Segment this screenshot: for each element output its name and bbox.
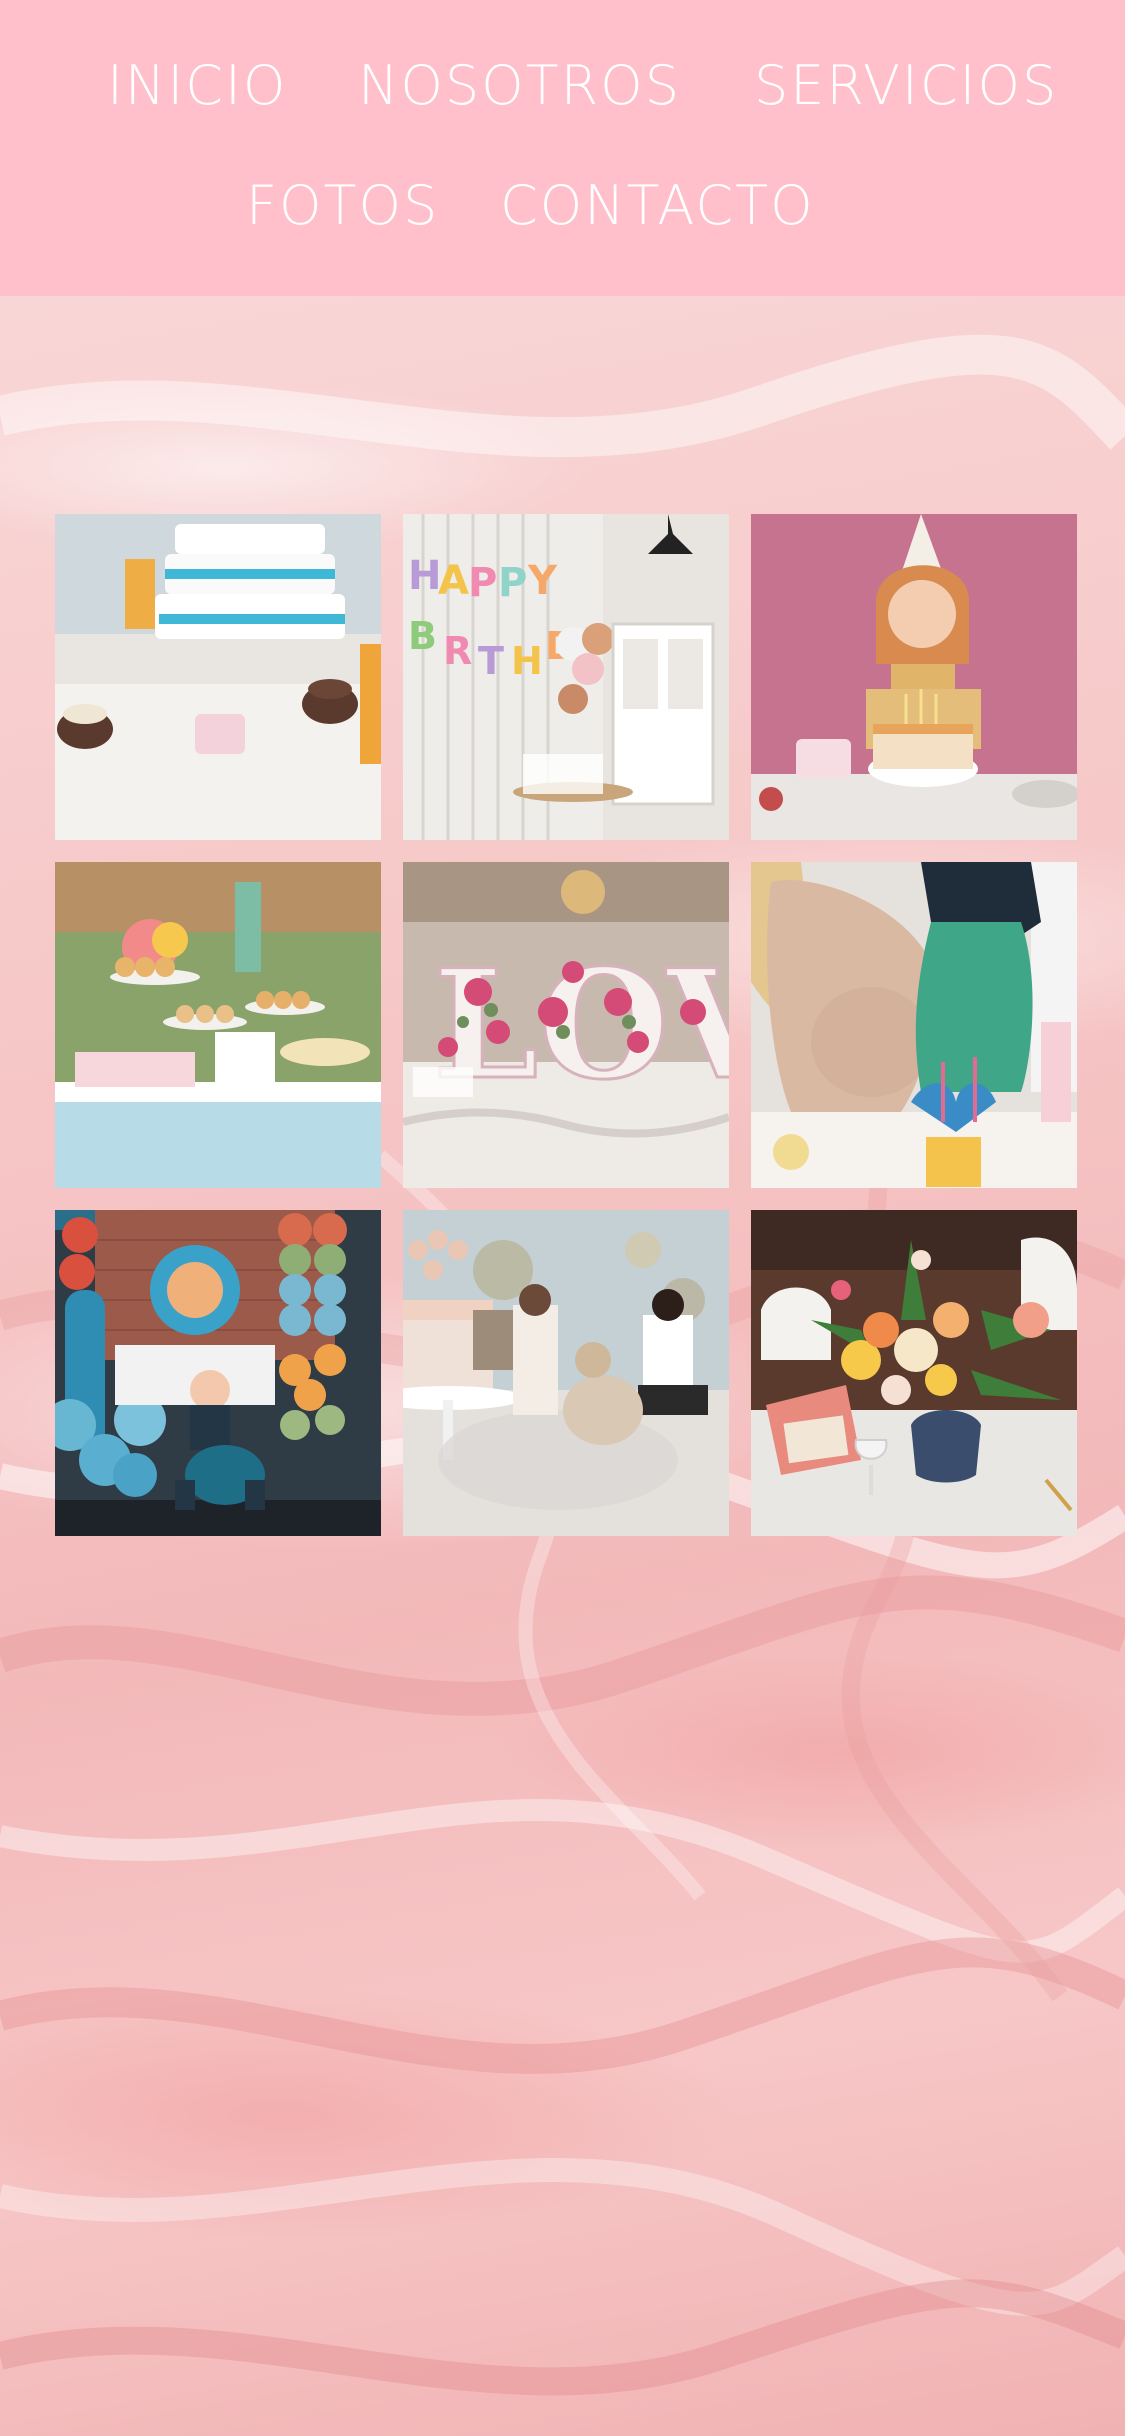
svg-text:H: H	[408, 553, 441, 599]
svg-text:B: B	[408, 614, 437, 658]
gallery-photo-baby-shower[interactable]	[751, 862, 1077, 1188]
nav-link-fotos[interactable]: FOTOS	[246, 176, 439, 236]
svg-text:Y: Y	[527, 558, 558, 604]
svg-text:P: P	[498, 560, 527, 606]
gallery-photo-diaper-cake[interactable]	[55, 514, 381, 840]
nav-link-nosotros[interactable]: NOSOTROS	[358, 56, 681, 116]
gallery-photo-birthday-room[interactable]: H A P P Y B R T H D	[403, 514, 729, 840]
gallery-photo-love-letters[interactable]: LOV	[403, 862, 729, 1188]
gallery-photo-girl-cake[interactable]	[751, 514, 1077, 840]
svg-text:A: A	[438, 558, 469, 604]
gallery-photo-floral-centerpiece[interactable]	[751, 1210, 1077, 1536]
nav-link-servicios[interactable]: SERVICIOS	[754, 56, 1058, 116]
svg-text:H: H	[511, 639, 543, 683]
gallery-photo-first-birthday[interactable]	[55, 1210, 381, 1536]
svg-text:T: T	[478, 639, 504, 683]
gallery-photo-garden-buffet[interactable]	[55, 862, 381, 1188]
svg-text:LOV: LOV	[433, 937, 729, 1113]
svg-text:R: R	[443, 629, 472, 673]
gallery-photo-family-party[interactable]	[403, 1210, 729, 1536]
svg-text:P: P	[468, 560, 497, 606]
nav-link-inicio[interactable]: INICIO	[107, 56, 287, 116]
photo-gallery-grid: H A P P Y B R T H D	[55, 514, 1077, 1536]
nav-link-contacto[interactable]: CONTACTO	[500, 176, 815, 236]
top-navigation-bar: INICIO NOSOTROS SERVICIOS FOTOS CONTACTO	[0, 0, 1125, 296]
